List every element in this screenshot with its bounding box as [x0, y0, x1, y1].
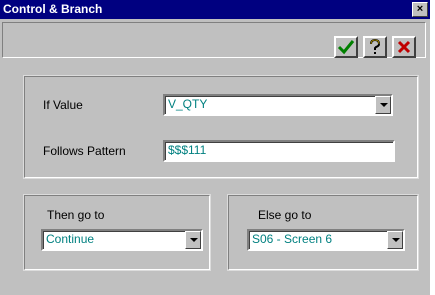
if-value-label: If Value — [43, 98, 83, 112]
question-icon — [370, 38, 381, 54]
if-value-combobox[interactable]: V_QTY — [163, 94, 393, 116]
then-label: Then go to — [47, 208, 105, 222]
else-panel: Else go to S06 - Screen 6 — [227, 194, 419, 271]
help-button[interactable] — [363, 36, 387, 58]
control-branch-dialog: Control & Branch × If Value V_QTY Follow… — [0, 0, 430, 295]
window-title: Control & Branch — [3, 2, 103, 16]
cancel-button[interactable] — [392, 36, 416, 58]
close-icon: × — [416, 3, 424, 15]
else-label: Else go to — [258, 208, 312, 222]
else-combobox[interactable]: S06 - Screen 6 — [247, 229, 405, 251]
check-icon — [337, 40, 355, 55]
then-selected: Continue — [46, 232, 95, 246]
condition-panel: If Value V_QTY Follows Pattern $$$111 — [23, 75, 419, 179]
then-dropdown-button[interactable] — [185, 231, 201, 249]
title-bar[interactable]: Control & Branch × — [0, 0, 430, 19]
else-dropdown-button[interactable] — [387, 231, 403, 249]
pattern-input[interactable]: $$$111 — [163, 140, 395, 162]
x-icon — [397, 40, 411, 54]
if-value-dropdown-button[interactable] — [375, 96, 391, 114]
pattern-label: Follows Pattern — [43, 144, 126, 158]
ok-button[interactable] — [334, 36, 358, 58]
toolbar — [2, 22, 426, 58]
close-button[interactable]: × — [412, 2, 428, 17]
then-panel: Then go to Continue — [23, 194, 211, 271]
pattern-text: $$$111 — [168, 143, 207, 157]
then-combobox[interactable]: Continue — [41, 229, 203, 251]
if-value-text: V_QTY — [168, 97, 208, 111]
else-selected: S06 - Screen 6 — [252, 232, 333, 246]
